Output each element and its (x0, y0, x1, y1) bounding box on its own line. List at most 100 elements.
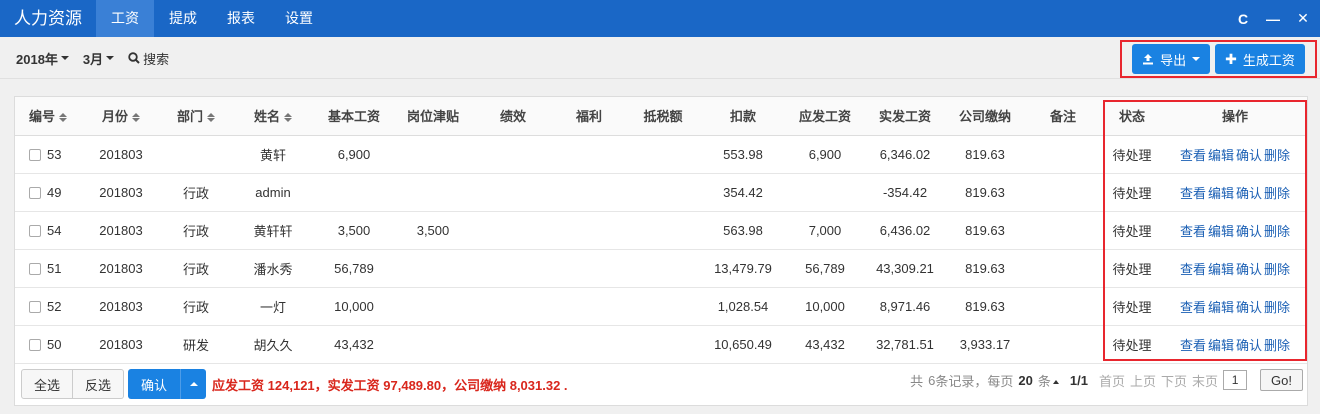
chevron-up-icon (189, 382, 198, 386)
per-page-dropdown[interactable]: 20 (1018, 373, 1032, 388)
select-all-button[interactable]: 全选 (21, 369, 74, 399)
total-prefix: 共 (910, 373, 924, 389)
cell-allowance (393, 249, 473, 288)
cell-perf (473, 173, 553, 212)
invert-selection-button[interactable]: 反选 (73, 369, 125, 399)
delete-link[interactable]: 删除 (1264, 262, 1290, 277)
close-icon[interactable]: ✕ (1296, 10, 1310, 26)
batch-confirm-button[interactable]: 确认 (128, 369, 181, 399)
salary-table: 编号 月份 部门 姓名 基本工资 岗位津贴 绩效 福利 抵税额 扣款 应发工资 … (15, 97, 1307, 364)
cell-welfare (553, 287, 625, 326)
confirm-dropdown-toggle[interactable] (180, 369, 207, 399)
view-link[interactable]: 查看 (1180, 224, 1206, 239)
tab-reports[interactable]: 报表 (212, 0, 270, 37)
tab-settings[interactable]: 设置 (270, 0, 328, 37)
col-perf: 绩效 (473, 97, 553, 136)
cell-tax-free (625, 287, 701, 326)
delete-link[interactable]: 删除 (1264, 186, 1290, 201)
cell-tax-free (625, 249, 701, 288)
cell-gross: 6,900 (785, 135, 865, 174)
cell-id: 50 (15, 325, 81, 364)
cell-base: 3,500 (315, 211, 393, 250)
cell-note (1025, 211, 1101, 250)
next-page-link[interactable]: 下页 (1161, 371, 1187, 390)
delete-link[interactable]: 删除 (1264, 148, 1290, 163)
search-button[interactable]: 搜索 (128, 49, 169, 68)
view-link[interactable]: 查看 (1180, 148, 1206, 163)
confirm-link[interactable]: 确认 (1236, 262, 1262, 277)
cell-company: 819.63 (945, 211, 1025, 250)
confirm-link[interactable]: 确认 (1236, 148, 1262, 163)
year-label: 2018年 (16, 51, 58, 67)
cell-gross: 43,432 (785, 325, 865, 364)
total-count: 6 (928, 372, 936, 388)
window-controls: C — ✕ (1236, 0, 1310, 37)
edit-link[interactable]: 编辑 (1208, 338, 1234, 353)
view-link[interactable]: 查看 (1180, 186, 1206, 201)
confirm-link[interactable]: 确认 (1236, 224, 1262, 239)
prev-page-link[interactable]: 上页 (1130, 371, 1156, 390)
col-month[interactable]: 月份 (81, 97, 161, 136)
col-deduct: 扣款 (701, 97, 785, 136)
cell-company: 819.63 (945, 173, 1025, 212)
cell-perf (473, 135, 553, 174)
edit-link[interactable]: 编辑 (1208, 224, 1234, 239)
toolbar: 2018年 3月 搜索 导出 ✚ 生成工资 (0, 37, 1320, 79)
table-row: 52 201803 行政 一灯 10,000 1,028.54 10,000 8,971.46… (15, 287, 1307, 326)
delete-link[interactable]: 删除 (1264, 338, 1290, 353)
sort-icon (284, 113, 292, 123)
edit-link[interactable]: 编辑 (1208, 186, 1234, 201)
row-checkbox[interactable] (29, 301, 41, 314)
refresh-icon[interactable]: C (1236, 11, 1250, 27)
col-id[interactable]: 编号 (15, 97, 81, 136)
cell-welfare (553, 211, 625, 250)
search-icon (128, 52, 140, 64)
confirm-link[interactable]: 确认 (1236, 300, 1262, 315)
minimize-icon[interactable]: — (1266, 11, 1280, 27)
last-page-link[interactable]: 末页 (1192, 371, 1218, 390)
month-dropdown[interactable]: 3月 (83, 49, 115, 68)
row-actions: 查看 编辑 确认 删除 (1163, 173, 1307, 212)
row-actions: 查看 编辑 确认 删除 (1163, 287, 1307, 326)
chevron-down-icon (60, 56, 69, 60)
search-label: 搜索 (143, 51, 170, 67)
view-link[interactable]: 查看 (1180, 338, 1206, 353)
top-navbar: 人力资源 工资 提成 报表 设置 C — ✕ (0, 0, 1320, 37)
plus-icon: ✚ (1225, 50, 1237, 67)
cell-tax-free (625, 325, 701, 364)
cell-welfare (553, 249, 625, 288)
table-header-row: 编号 月份 部门 姓名 基本工资 岗位津贴 绩效 福利 抵税额 扣款 应发工资 … (15, 97, 1307, 136)
first-page-link[interactable]: 首页 (1099, 371, 1125, 390)
row-checkbox[interactable] (29, 149, 41, 162)
col-status: 状态 (1101, 97, 1163, 136)
export-button[interactable]: 导出 (1132, 44, 1211, 74)
generate-salary-button[interactable]: ✚ 生成工资 (1215, 44, 1305, 74)
page-number-input[interactable] (1223, 370, 1248, 390)
go-button[interactable]: Go! (1260, 369, 1303, 391)
year-dropdown[interactable]: 2018年 (16, 49, 69, 68)
edit-link[interactable]: 编辑 (1208, 262, 1234, 277)
delete-link[interactable]: 删除 (1264, 224, 1290, 239)
cell-company: 819.63 (945, 135, 1025, 174)
col-dept[interactable]: 部门 (161, 97, 231, 136)
row-checkbox[interactable] (29, 339, 41, 352)
edit-link[interactable]: 编辑 (1208, 300, 1234, 315)
cell-month: 201803 (81, 135, 161, 174)
confirm-link[interactable]: 确认 (1236, 338, 1262, 353)
row-actions: 查看 编辑 确认 删除 (1163, 325, 1307, 364)
cell-base: 56,789 (315, 249, 393, 288)
view-link[interactable]: 查看 (1180, 262, 1206, 277)
cell-allowance (393, 287, 473, 326)
row-checkbox[interactable] (29, 187, 41, 200)
confirm-group: 确认 (128, 369, 207, 399)
confirm-link[interactable]: 确认 (1236, 186, 1262, 201)
col-name[interactable]: 姓名 (231, 97, 315, 136)
cell-allowance: 3,500 (393, 211, 473, 250)
tab-salary[interactable]: 工资 (96, 0, 154, 37)
row-checkbox[interactable] (29, 225, 41, 238)
view-link[interactable]: 查看 (1180, 300, 1206, 315)
delete-link[interactable]: 删除 (1264, 300, 1290, 315)
row-checkbox[interactable] (29, 263, 41, 276)
edit-link[interactable]: 编辑 (1208, 148, 1234, 163)
tab-commission[interactable]: 提成 (154, 0, 212, 37)
